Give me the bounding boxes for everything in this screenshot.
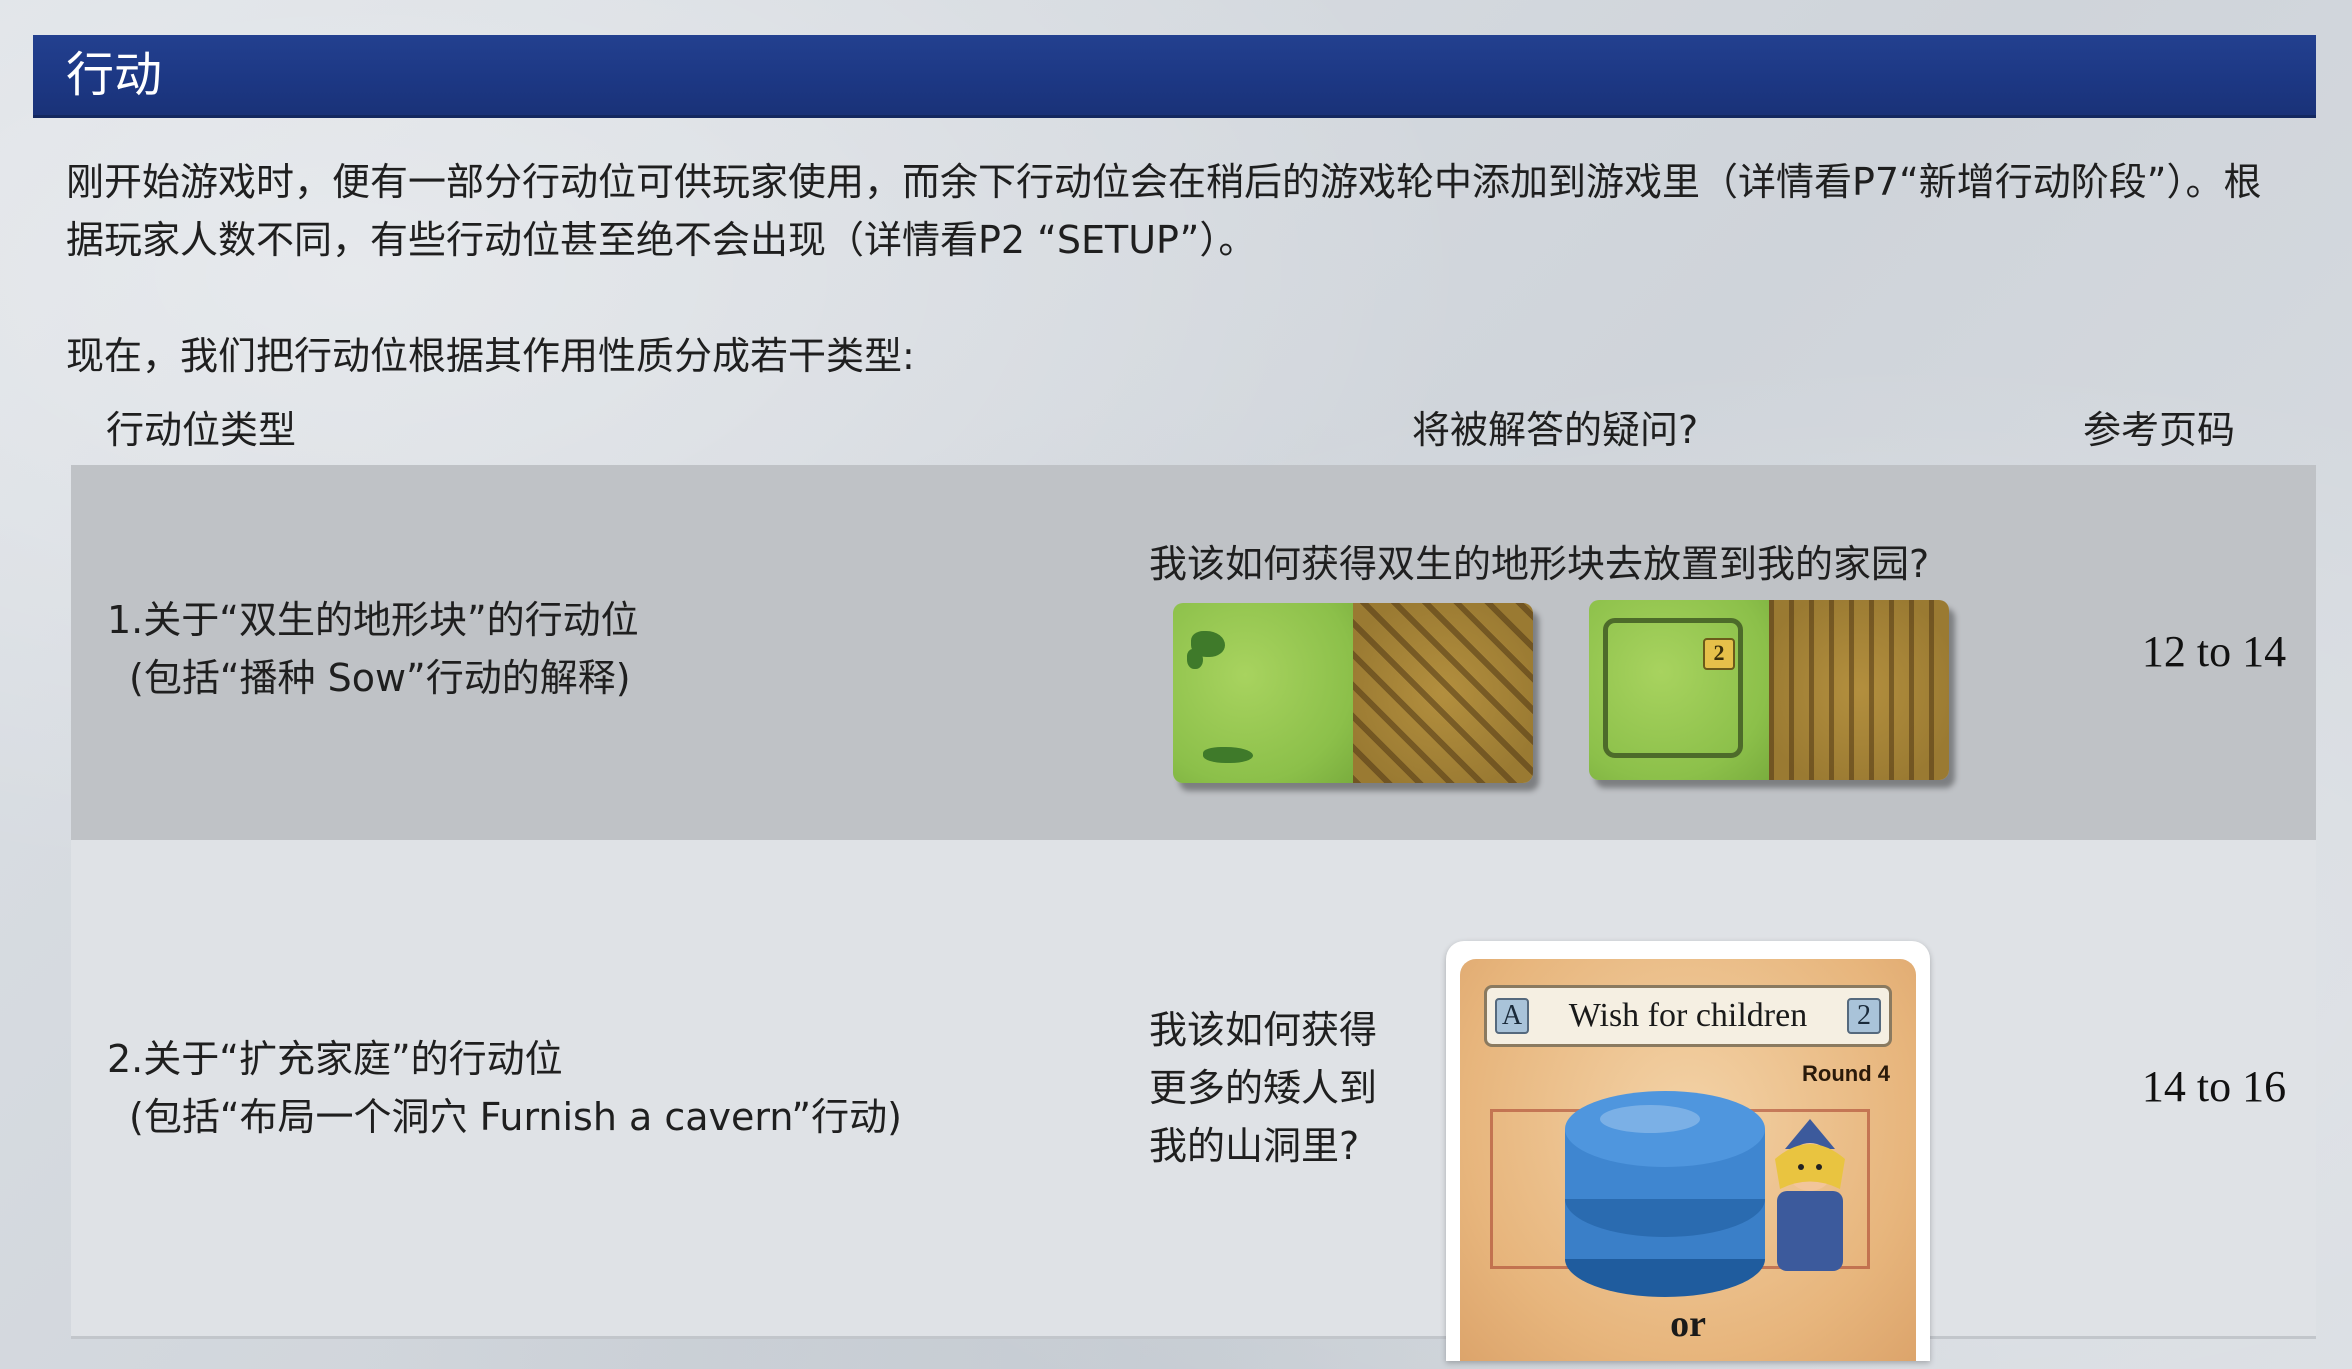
action-type-title: 1.关于“双生的地形块”的行动位 [107, 598, 639, 642]
dwarf-figure-icon [1775, 1119, 1845, 1271]
column-header-type: 行动位类型 [106, 408, 297, 452]
card-or-label: or [1670, 1303, 1706, 1345]
question-text: 我该如何获得更多的矮人到我的山洞里? [1149, 1008, 1378, 1168]
table-row: 1.关于“双生的地形块”的行动位 (包括“播种 Sow”行动的解释) 我该如何获… [71, 465, 2316, 840]
card-title: Wish for children [1568, 997, 1808, 1034]
card-count: 2 [1847, 998, 1881, 1034]
action-type-note: (包括“播种 Sow”行动的解释) [129, 656, 631, 700]
card-round: Round 4 [1802, 1061, 1890, 1086]
action-card-wish-for-children: A Wish for children 2 Round 4 or [1446, 941, 1930, 1361]
page-reference: 14 to 16 [2141, 1062, 2287, 1111]
section-title: 行动 [66, 47, 163, 103]
capacity-badge: 2 [1703, 638, 1735, 670]
page-reference: 12 to 14 [2141, 627, 2287, 676]
twin-tile-meadow-field [1173, 603, 1533, 783]
column-header-question: 将被解答的疑问? [1412, 408, 1699, 452]
table-row: 2.关于“扩充家庭”的行动位 (包括“布局一个洞穴 Furnish a cave… [71, 840, 2316, 1361]
column-header-page: 参考页码 [2083, 408, 2236, 452]
card-title-banner: A Wish for children 2 [1484, 985, 1892, 1047]
action-type-title: 2.关于“扩充家庭”的行动位 [107, 1037, 563, 1081]
twin-tile-pasture-field: 2 [1589, 600, 1949, 780]
page: 行动 刚开始游戏时，便有一部分行动位可供玩家使用，而余下行动位会在稍后的游戏轮中… [0, 0, 2352, 1369]
action-type-cell: 2.关于“扩充家庭”的行动位 (包括“布局一个洞穴 Furnish a cave… [107, 1030, 902, 1146]
dwarf-disc-icon [1565, 1091, 1765, 1297]
question-text: 我该如何获得双生的地形块去放置到我的家园? [1149, 542, 1930, 586]
section-header-bar: 行动 [33, 35, 2316, 118]
intro-paragraph: 刚开始游戏时，便有一部分行动位可供玩家使用，而余下行动位会在稍后的游戏轮中添加到… [66, 160, 2262, 262]
action-type-note: (包括“布局一个洞穴 Furnish a cavern”行动) [129, 1095, 902, 1139]
classification-paragraph: 现在，我们把行动位根据其作用性质分成若干类型: [66, 334, 915, 378]
action-type-cell: 1.关于“双生的地形块”的行动位 (包括“播种 Sow”行动的解释) [107, 591, 639, 707]
